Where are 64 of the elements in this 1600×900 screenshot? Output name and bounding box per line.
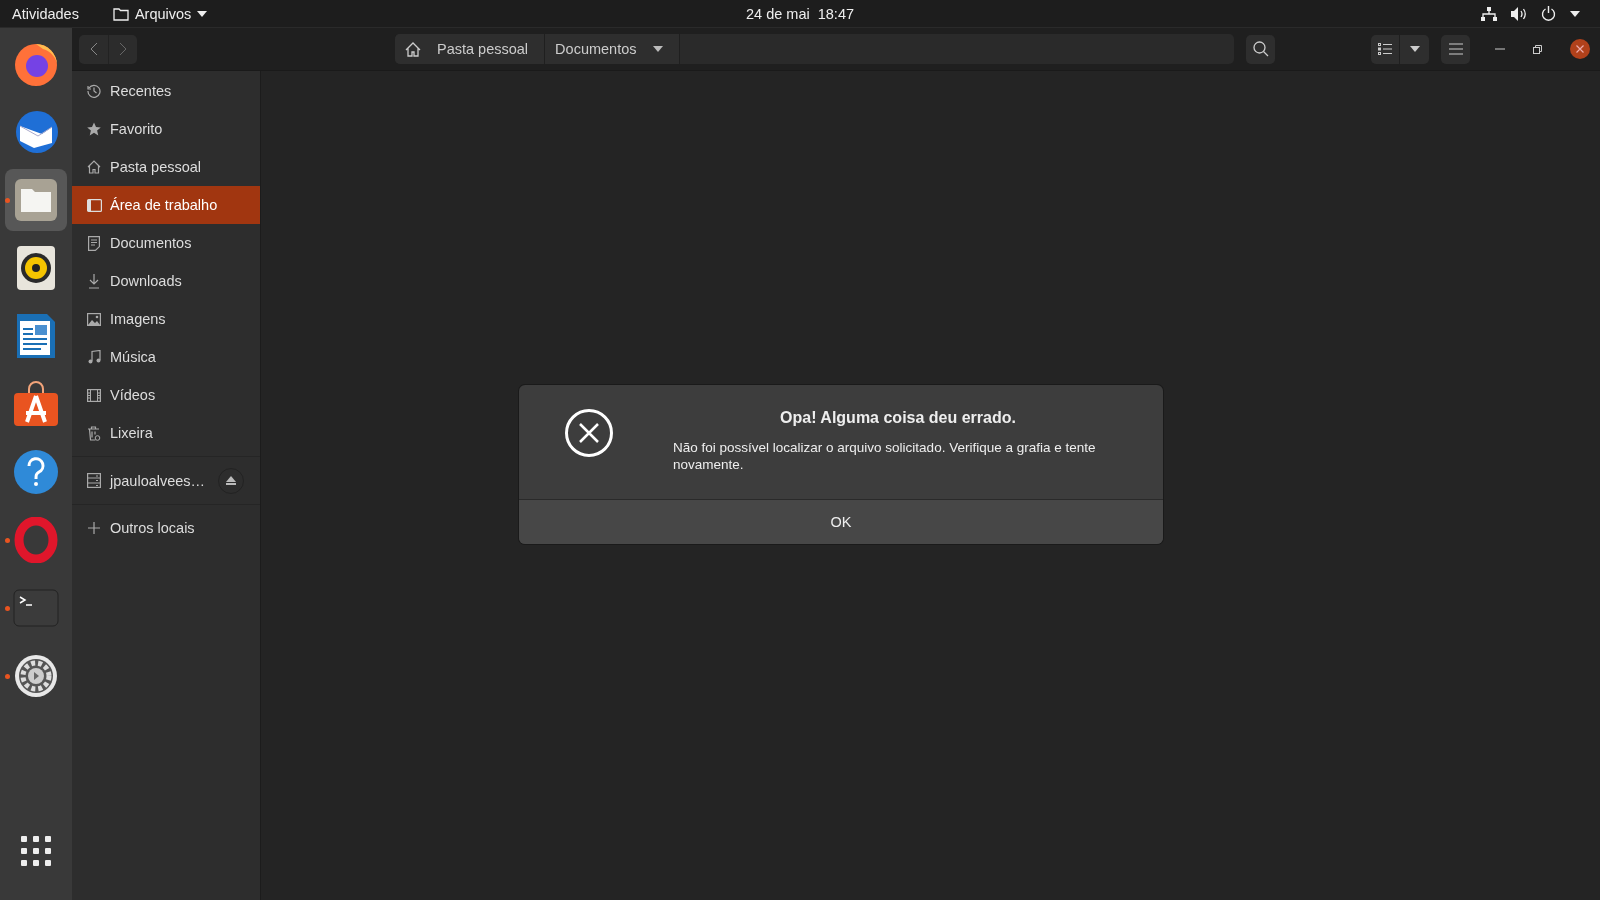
caret-icon <box>197 10 208 17</box>
path-button[interactable]: Pasta pessoal <box>395 34 546 64</box>
music-note-icon <box>87 350 101 364</box>
home-icon <box>87 160 101 174</box>
film-icon <box>87 388 101 402</box>
star-icon <box>87 122 101 136</box>
sidebar-item[interactable]: Favorito <box>72 110 260 148</box>
speaker-icon <box>16 245 56 291</box>
clock-icon <box>87 84 101 98</box>
search-icon <box>1252 41 1269 57</box>
home-icon <box>405 41 421 57</box>
view-options-button[interactable] <box>1400 34 1429 64</box>
list-icon <box>1378 43 1392 55</box>
menu-icon <box>1448 43 1463 55</box>
sidebar-item[interactable]: Pasta pessoal <box>72 148 260 186</box>
drive-icon <box>87 473 101 488</box>
launcher-button[interactable] <box>5 169 67 231</box>
ring-icon <box>13 517 59 563</box>
document-icon <box>88 235 100 251</box>
power-icon[interactable] <box>1541 6 1556 21</box>
sidebar-item[interactable]: Documentos <box>72 224 260 262</box>
restore-icon[interactable] <box>1533 44 1542 54</box>
plus-icon <box>88 522 100 534</box>
app-menu[interactable]: Arquivos <box>112 5 208 22</box>
shopping-bag-icon <box>13 381 59 427</box>
folder-icon <box>14 178 58 222</box>
desktop-icon <box>86 198 102 212</box>
image-icon <box>87 312 101 326</box>
caret-icon <box>652 46 663 52</box>
activities-button[interactable]: Atividades <box>12 5 79 22</box>
caret-icon <box>1409 46 1420 52</box>
sidebar-item[interactable]: Lixeira <box>72 414 260 452</box>
search-button[interactable] <box>1246 34 1275 64</box>
menu-button[interactable] <box>1441 34 1470 64</box>
sidebar-item[interactable]: Área de trabalho <box>72 186 260 224</box>
close-icon[interactable] <box>1570 39 1590 59</box>
chevron-right-icon <box>119 42 127 56</box>
gear-icon <box>13 653 59 699</box>
dialog-message: Não foi possível localizar o arquivo solicitado. Verifique a grafia e tente novamente. <box>673 439 1097 473</box>
path-button[interactable]: Documentos <box>545 34 680 64</box>
trash-icon <box>87 425 101 441</box>
sidebar-item[interactable]: Música <box>72 338 260 376</box>
folder-icon <box>112 6 129 21</box>
sidebar-item[interactable]: Outros locais <box>72 509 260 547</box>
volume-icon[interactable] <box>1511 6 1527 21</box>
clock[interactable]: 24 de mai 18:47 <box>746 5 854 22</box>
sidebar-item[interactable]: Vídeos <box>72 376 260 414</box>
sidebar-item[interactable]: jpauloalvees… <box>72 461 218 500</box>
help-icon <box>13 449 59 495</box>
dialog-title: Opa! Alguma coisa deu errado. <box>779 409 1017 427</box>
grid-icon <box>21 836 51 866</box>
caret-icon[interactable] <box>1570 10 1580 17</box>
sidebar-item[interactable]: Imagens <box>72 300 260 338</box>
error-icon <box>565 409 613 457</box>
sidebar-item[interactable]: Recentes <box>72 72 260 110</box>
view-toggle-button[interactable] <box>1371 34 1400 64</box>
network-icon[interactable] <box>1481 6 1497 21</box>
ok-button[interactable]: OK <box>519 500 1163 544</box>
chevron-left-icon <box>89 42 98 56</box>
document-icon <box>16 313 56 359</box>
sidebar-item[interactable]: Downloads <box>72 262 260 300</box>
terminal-icon <box>13 589 59 627</box>
eject-icon <box>226 476 236 485</box>
download-icon <box>88 273 100 289</box>
